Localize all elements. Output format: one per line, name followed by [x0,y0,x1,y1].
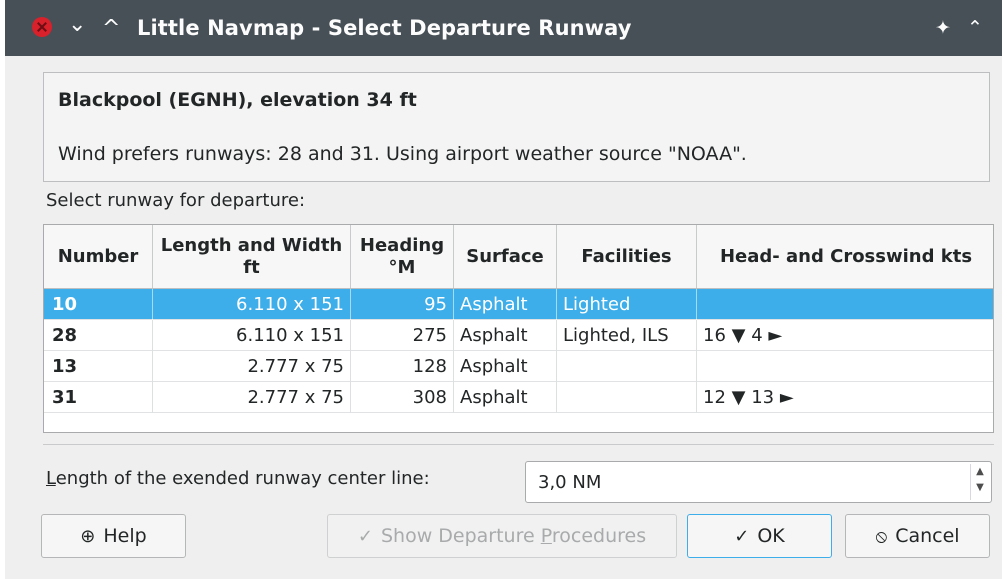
cell-surface: Asphalt [454,351,557,382]
column-header-surface[interactable]: Surface [454,225,557,288]
title-bar: ⌄ ^ Little Navmap - Select Departure Run… [5,0,1002,56]
table-header: Number Length and Width ft Heading °M Su… [44,225,993,289]
cell-heading: 128 [351,351,454,382]
table-row[interactable]: 31 2.777 x 75 308 Asphalt 12 ▼ 13 ► [44,382,993,413]
cell-number: 13 [44,351,153,382]
cancel-label: Cancel [895,525,960,547]
cell-surface: Asphalt [454,320,557,351]
cancel-button[interactable]: ⦸ Cancel [845,514,990,558]
centerline-length-value[interactable]: 3,0 NM [538,472,601,493]
separator-line [43,444,994,445]
cell-facilities: Lighted, ILS [557,320,697,351]
table-row[interactable]: 13 2.777 x 75 128 Asphalt [44,351,993,382]
show-procedures-label: Show Departure Procedures [381,525,646,547]
cell-heading: 308 [351,382,454,413]
help-button[interactable]: ⊕ Help [41,514,186,558]
label-part: Show Departure [380,525,541,547]
label-accelerator: P [540,525,552,547]
pin-icon[interactable]: ✦ [935,15,951,41]
label-accelerator: L [46,468,56,489]
spin-arrows[interactable]: ▲ ▼ [970,464,989,500]
column-header-facilities[interactable]: Facilities [557,225,697,288]
spin-up-icon[interactable]: ▲ [971,464,989,480]
cell-heading: 95 [351,289,454,320]
wind-preference-text: Wind prefers runways: 28 and 31. Using a… [58,143,747,165]
cell-wind [697,351,993,382]
close-icon[interactable] [32,17,52,37]
cell-number: 31 [44,382,153,413]
cell-length-width: 6.110 x 151 [153,320,351,351]
runway-table[interactable]: Number Length and Width ft Heading °M Su… [43,224,994,433]
cell-facilities [557,382,697,413]
cell-surface: Asphalt [454,289,557,320]
extended-centerline-label: Length of the exended runway center line… [46,468,430,489]
airport-info-box: Blackpool (EGNH), elevation 34 ft Wind p… [43,72,990,182]
cell-number: 28 [44,320,153,351]
cell-length-width: 6.110 x 151 [153,289,351,320]
cell-number: 10 [44,289,153,320]
cell-surface: Asphalt [454,382,557,413]
help-label: Help [103,525,147,547]
cell-heading: 275 [351,320,454,351]
window-title: Little Navmap - Select Departure Runway [137,16,632,40]
cell-wind [697,289,993,320]
label-text: ength of the exended runway center line: [55,468,430,489]
keep-above-icon[interactable]: ⌃ [967,15,983,41]
cell-length-width: 2.777 x 75 [153,382,351,413]
column-header-number[interactable]: Number [44,225,153,288]
label-part: rocedures [551,525,647,547]
ok-label: OK [757,525,785,547]
dialog-window: ⌄ ^ Little Navmap - Select Departure Run… [5,0,1002,579]
table-row[interactable]: 10 6.110 x 151 95 Asphalt Lighted [44,289,993,320]
table-row[interactable]: 28 6.110 x 151 275 Asphalt Lighted, ILS … [44,320,993,351]
column-header-heading[interactable]: Heading °M [351,225,454,288]
lifebuoy-icon: ⊕ [80,525,96,547]
cell-facilities: Lighted [557,289,697,320]
column-header-length-width[interactable]: Length and Width ft [153,225,351,288]
minimize-icon[interactable]: ⌄ [68,12,86,38]
cell-wind: 12 ▼ 13 ► [703,387,794,408]
centerline-length-spinbox[interactable]: 3,0 NM ▲ ▼ [525,461,992,503]
column-header-wind[interactable]: Head- and Crosswind kts [697,225,993,288]
ok-button[interactable]: ✓ OK [687,514,832,558]
show-departure-procedures-button[interactable]: ✓ Show Departure Procedures [327,514,677,558]
cell-length-width: 2.777 x 75 [153,351,351,382]
airport-title: Blackpool (EGNH), elevation 34 ft [58,89,417,111]
spin-down-icon[interactable]: ▼ [971,480,989,496]
cell-facilities [557,351,697,382]
cancel-icon: ⦸ [875,525,888,547]
check-icon: ✓ [734,525,750,547]
maximize-icon[interactable]: ^ [102,16,120,42]
cell-wind: 16 ▼ 4 ► [703,325,783,346]
check-icon: ✓ [357,525,373,547]
select-runway-label: Select runway for departure: [46,190,306,211]
